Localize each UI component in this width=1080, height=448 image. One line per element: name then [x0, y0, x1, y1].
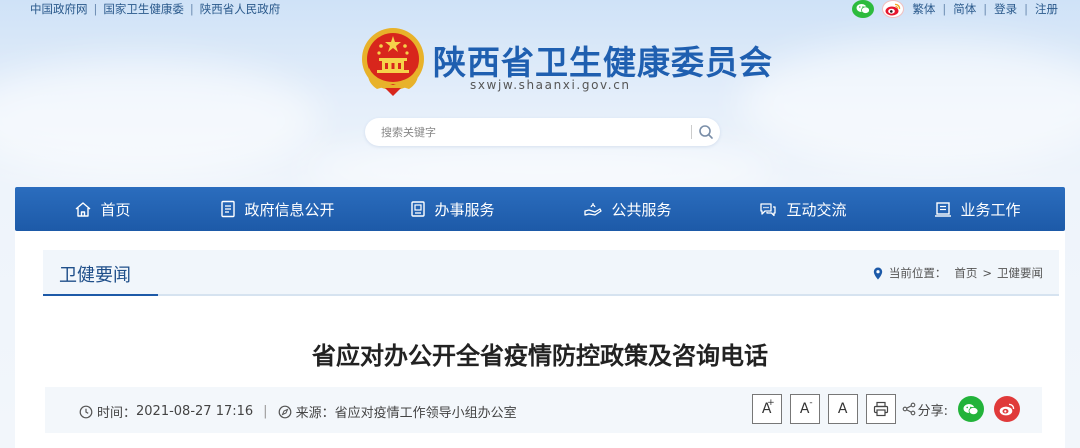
document-list-icon	[221, 200, 236, 218]
print-button[interactable]	[865, 394, 896, 424]
share-label: 分享:	[902, 400, 948, 419]
article-meta-info: 时间： 2021-08-27 17:16 | 来源： 省应对疫情工作领导小组办公…	[79, 402, 517, 421]
article-source: 省应对疫情工作领导小组办公室	[334, 406, 517, 421]
background-cloud	[740, 40, 1080, 170]
breadcrumb: 当前位置： 首页 > 卫健要闻	[873, 265, 1043, 281]
publish-time: 2021-08-27 17:16	[136, 404, 254, 419]
site-title: 陕西省卫生健康委员会	[433, 43, 773, 82]
register-link[interactable]: 注册	[1035, 1, 1058, 17]
link-shaanxi-gov[interactable]: 陕西省人民政府	[200, 2, 281, 16]
nav-item-label: 公共服务	[611, 200, 672, 219]
link-gov-cn[interactable]: 中国政府网	[30, 2, 88, 16]
simplified-chinese-link[interactable]: 简体	[953, 1, 976, 17]
main-nav: 首页 政府信息公开 办事服务 公共服务 互动交流 业务工作	[15, 187, 1065, 231]
national-emblem-logo[interactable]	[359, 26, 427, 98]
breadcrumb-bar: 卫健要闻 当前位置： 首页 > 卫健要闻	[43, 250, 1059, 296]
nav-item-label: 办事服务	[434, 200, 495, 219]
article-title: 省应对办公开全省疫情防控政策及咨询电话	[312, 342, 768, 370]
source-label: 来源：	[295, 406, 335, 421]
breadcrumb-home-link[interactable]: 首页	[954, 265, 977, 281]
article-meta-bar: 时间： 2021-08-27 17:16 | 来源： 省应对疫情工作领导小组办公…	[45, 387, 1042, 433]
share-weibo-button[interactable]	[994, 396, 1020, 422]
link-nhc[interactable]: 国家卫生健康委	[103, 2, 184, 16]
service-icon	[411, 201, 426, 217]
nav-item-label: 政府信息公开	[244, 200, 335, 219]
traditional-chinese-link[interactable]: 繁体	[912, 1, 935, 17]
nav-item-gov-info[interactable]: 政府信息公开	[190, 187, 365, 231]
content-card: 卫健要闻 当前位置： 首页 > 卫健要闻 省应对办公开全省疫情防控政策及咨询电话…	[15, 231, 1065, 448]
breadcrumb-location-label: 当前位置：	[888, 266, 947, 280]
nav-item-interaction[interactable]: 互动交流	[715, 187, 890, 231]
weibo-icon	[999, 403, 1015, 415]
clock-icon	[79, 405, 93, 418]
top-bar: 中国政府网 | 国家卫生健康委 | 陕西省人民政府 繁体 | 简体 | 登录 | 注册	[0, 0, 1080, 18]
search-input[interactable]	[381, 122, 681, 142]
print-icon	[873, 401, 888, 417]
article-tools: A + A- A 分享:	[751, 394, 1030, 424]
background-cloud	[0, 60, 320, 180]
wechat-icon	[963, 403, 979, 415]
home-icon	[76, 201, 91, 217]
nav-item-label: 首页	[100, 200, 131, 219]
breadcrumb-arrow: >	[982, 266, 992, 280]
chat-icon	[760, 202, 777, 216]
nav-item-public-services[interactable]: 公共服务	[540, 187, 715, 231]
nav-item-label: 业务工作	[960, 200, 1021, 219]
wechat-icon[interactable]	[852, 0, 875, 18]
nav-item-label: 互动交流	[786, 200, 847, 219]
nav-item-business[interactable]: 业务工作	[890, 187, 1065, 231]
share-wechat-button[interactable]	[958, 396, 984, 422]
search-divider	[691, 125, 692, 139]
public-service-icon	[584, 202, 603, 216]
font-default-button[interactable]: A	[827, 394, 858, 424]
section-title: 卫健要闻	[59, 265, 131, 286]
top-right-tools: 繁体 | 简体 | 登录 | 注册	[852, 0, 1058, 18]
weibo-icon[interactable]	[882, 0, 905, 18]
section-title-underline	[43, 294, 158, 296]
font-larger-button[interactable]: A +	[751, 394, 782, 424]
time-label: 时间：	[97, 406, 137, 421]
login-link[interactable]: 登录	[994, 1, 1017, 17]
location-pin-icon	[873, 267, 883, 279]
nav-item-services[interactable]: 办事服务	[365, 187, 540, 231]
share-icon	[902, 402, 915, 416]
top-links: 中国政府网 | 国家卫生健康委 | 陕西省人民政府	[30, 2, 281, 16]
meta-separator: |	[263, 404, 268, 419]
site-domain: sxwjw.shaanxi.gov.cn	[470, 78, 631, 92]
nav-item-home[interactable]: 首页	[15, 187, 190, 231]
business-icon	[935, 201, 952, 217]
search-box	[365, 118, 720, 146]
compass-icon	[278, 405, 291, 418]
search-icon[interactable]	[697, 123, 715, 141]
breadcrumb-current-link[interactable]: 卫健要闻	[997, 265, 1043, 281]
font-smaller-button[interactable]: A-	[789, 394, 820, 424]
